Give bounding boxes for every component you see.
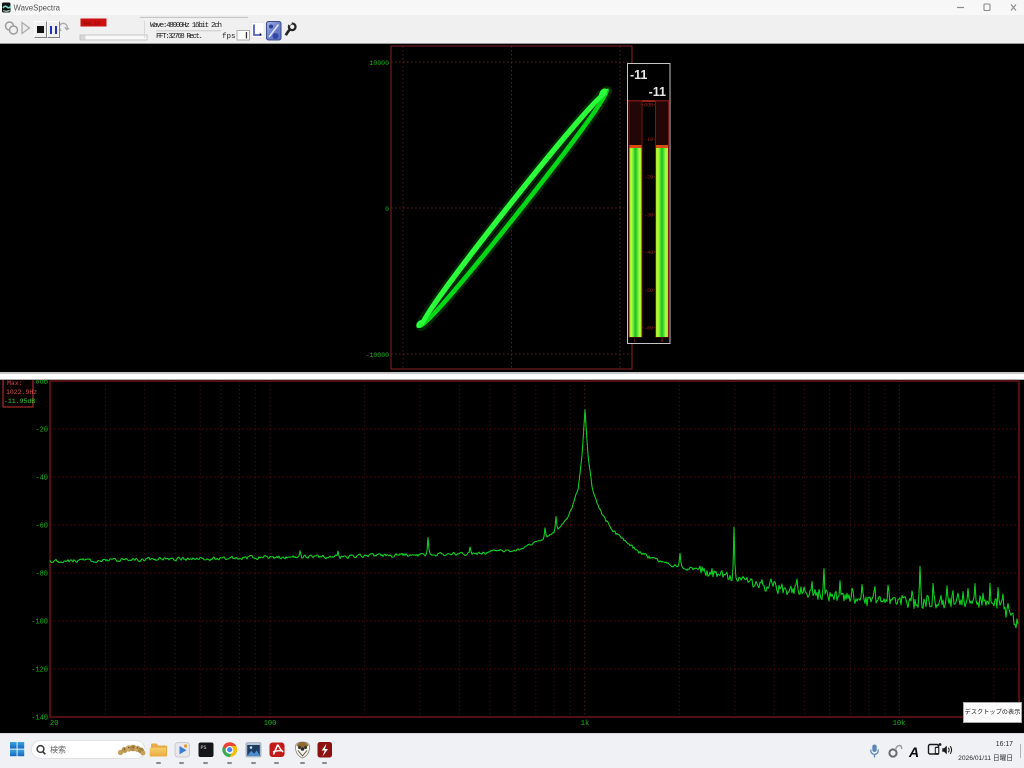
svg-text:100: 100 — [264, 720, 277, 728]
svg-text:10k: 10k — [893, 720, 906, 728]
svg-text:-120: -120 — [31, 667, 48, 675]
svg-text:-20: -20 — [35, 427, 48, 435]
svg-text:FFT:32768 Rect.: FFT:32768 Rect. — [156, 33, 203, 41]
svg-text:-60: -60 — [35, 523, 48, 531]
svg-text:検索: 検索 — [50, 745, 66, 755]
svg-text:-40: -40 — [35, 475, 48, 483]
svg-text:20: 20 — [50, 720, 58, 728]
svg-text:WaveSpectra: WaveSpectra — [14, 4, 61, 13]
svg-text:PS: PS — [201, 745, 207, 751]
svg-text:-100: -100 — [31, 619, 48, 627]
svg-text:-80: -80 — [35, 571, 48, 579]
svg-text:Wave:48000Hz 16bit 2ch: Wave:48000Hz 16bit 2ch — [150, 22, 222, 30]
svg-text:1k: 1k — [581, 720, 589, 728]
svg-text:1022.9Hz: 1022.9Hz — [6, 389, 37, 396]
svg-text:A: A — [908, 744, 919, 760]
svg-text:-140: -140 — [31, 715, 48, 723]
svg-text:-11.95dB: -11.95dB — [4, 398, 35, 405]
svg-text:Max:: Max: — [7, 380, 23, 387]
svg-text:Rec 16: Rec 16 — [84, 21, 101, 27]
